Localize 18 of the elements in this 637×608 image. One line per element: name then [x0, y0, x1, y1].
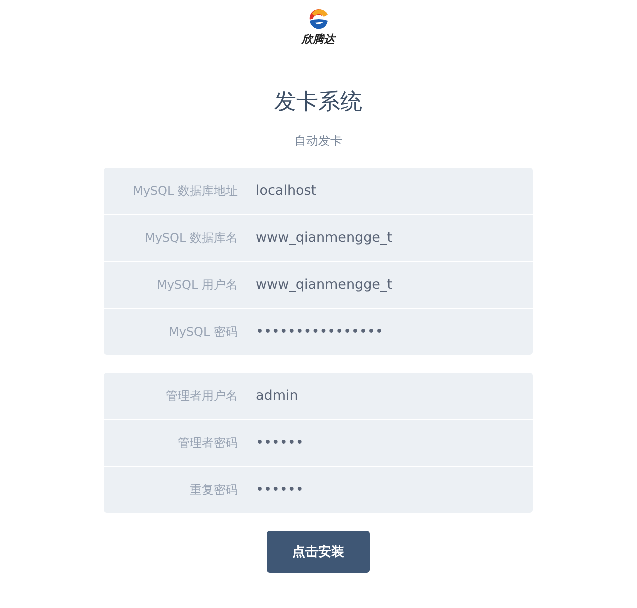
field-label: MySQL 数据库名 [144, 230, 238, 246]
field-label: MySQL 数据库地址 [132, 182, 238, 200]
page-title: 发卡系统 [274, 89, 362, 117]
input-field[interactable]: www_qianmengge_t [256, 226, 516, 250]
field-label: 重复密码 [189, 482, 238, 498]
install-button[interactable]: 点击安装 [267, 531, 370, 573]
field-label: 管理者密码 [177, 434, 238, 452]
input-field[interactable]: admin [256, 384, 516, 408]
input-field[interactable]: localhost [256, 179, 516, 203]
field-label: MySQL 密码 [168, 324, 238, 340]
input-field[interactable]: •••••• [256, 431, 516, 455]
page-subtitle: 自动发卡 [294, 133, 342, 150]
input-field[interactable]: •••••• [256, 478, 516, 502]
logo-text: 欣腾达 [302, 32, 335, 47]
input-field[interactable]: •••••••••••••••• [256, 320, 516, 344]
field-label: MySQL 用户名 [156, 276, 238, 294]
field-label: 管理者用户名 [165, 388, 238, 404]
input-field[interactable]: www_qianmengge_t [256, 273, 516, 297]
